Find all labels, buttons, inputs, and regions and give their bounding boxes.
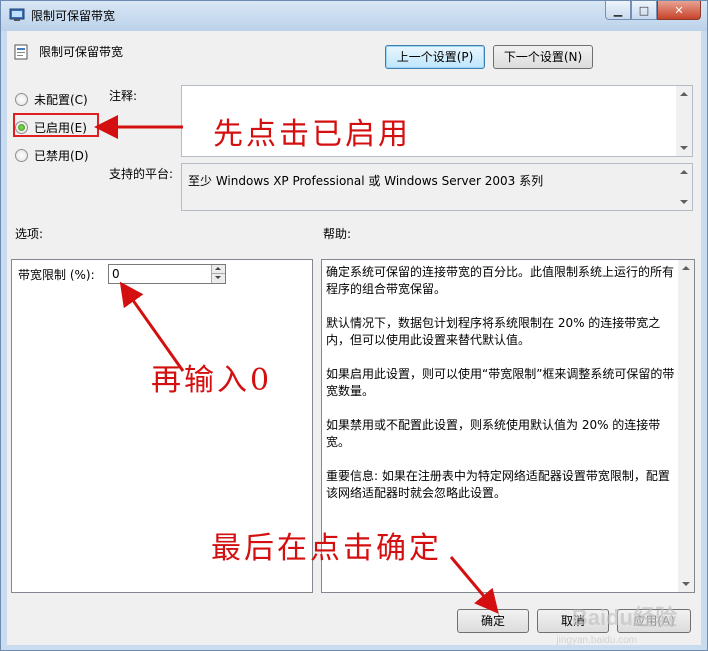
spin-up-icon <box>215 267 221 270</box>
radio-not-configured[interactable]: 未配置(C) <box>15 91 88 108</box>
scroll-up-icon[interactable] <box>680 92 688 96</box>
spin-down-icon <box>215 276 221 279</box>
platform-label: 支持的平台: <box>109 167 174 181</box>
platform-field: 至少 Windows XP Professional 或 Windows Ser… <box>181 163 693 211</box>
window-title: 限制可保留带宽 <box>31 9 116 23</box>
spin-down-button[interactable] <box>211 274 225 283</box>
watermark-url: jingyan.baidu.com <box>556 635 637 646</box>
title-bar[interactable]: 限制可保留带宽 ▁ □ ✕ <box>1 1 707 31</box>
radio-label: 已禁用(D) <box>34 149 89 163</box>
help-section-label: 帮助: <box>323 227 352 241</box>
setting-title: 限制可保留带宽 <box>39 45 124 59</box>
minimize-button[interactable]: ▁ <box>605 1 631 20</box>
scroll-down-icon[interactable] <box>682 582 690 586</box>
scroll-down-icon[interactable] <box>680 200 688 204</box>
next-setting-button[interactable]: 下一个设置(N) <box>493 45 593 69</box>
prev-setting-button[interactable]: 上一个设置(P) <box>385 45 485 69</box>
help-paragraph-3: 如果启用此设置，则可以使用“带宽限制”框来调整系统可保留的带宽数量。 <box>326 367 675 398</box>
radio-dot <box>15 93 28 106</box>
scroll-up-icon[interactable] <box>680 170 688 174</box>
minimize-icon: ▁ <box>613 3 623 17</box>
help-scrollbar[interactable] <box>678 260 694 592</box>
help-paragraph-1: 确定系统可保留的连接带宽的百分比。此值限制系统上运行的所有程序的组合带宽保留。 <box>326 265 675 296</box>
bandwidth-label: 带宽限制 (%): <box>18 268 95 282</box>
maximize-icon: □ <box>638 3 650 17</box>
dialog-window: 限制可保留带宽 ▁ □ ✕ 限制可保留带宽 上一个设置(P) 下一个设置(N) … <box>0 0 708 651</box>
scroll-up-icon[interactable] <box>682 266 690 270</box>
spin-up-button[interactable] <box>211 265 225 274</box>
help-paragraph-4: 如果禁用或不配置此设置，则系统使用默认值为 20% 的连接带宽。 <box>326 418 661 449</box>
bandwidth-value: 0 <box>112 267 120 281</box>
annotation-step3: 最后在点击确定 <box>211 531 442 566</box>
watermark-logo: Baidu经验 <box>571 605 677 630</box>
setting-icon <box>14 44 28 60</box>
highlight-box <box>13 113 99 137</box>
platform-value: 至少 Windows XP Professional 或 Windows Ser… <box>188 174 544 188</box>
radio-label: 未配置(C) <box>34 93 88 107</box>
help-paragraph-2: 默认情况下，数据包计划程序将系统限制在 20% 的连接带宽之内，但可以使用此设置… <box>326 316 661 347</box>
annotation-step1: 先点击已启用 <box>213 117 411 152</box>
annotation-step2: 再输入0 <box>151 363 273 398</box>
scroll-down-icon[interactable] <box>680 146 688 150</box>
close-icon: ✕ <box>674 3 684 17</box>
comment-scrollbar[interactable] <box>676 86 692 156</box>
ok-button[interactable]: 确定 <box>457 609 529 633</box>
comment-label: 注释: <box>109 89 138 103</box>
help-paragraph-5: 重要信息: 如果在注册表中为特定网络适配器设置带宽限制，配置该网络适配器时就会忽… <box>326 469 670 500</box>
radio-disabled[interactable]: 已禁用(D) <box>15 147 89 164</box>
bandwidth-spinner[interactable]: 0 <box>108 264 226 284</box>
maximize-button[interactable]: □ <box>631 1 657 20</box>
close-button[interactable]: ✕ <box>657 1 701 20</box>
radio-dot <box>15 149 28 162</box>
platform-scrollbar[interactable] <box>676 164 692 210</box>
policy-icon <box>9 8 25 21</box>
options-section-label: 选项: <box>15 227 44 241</box>
